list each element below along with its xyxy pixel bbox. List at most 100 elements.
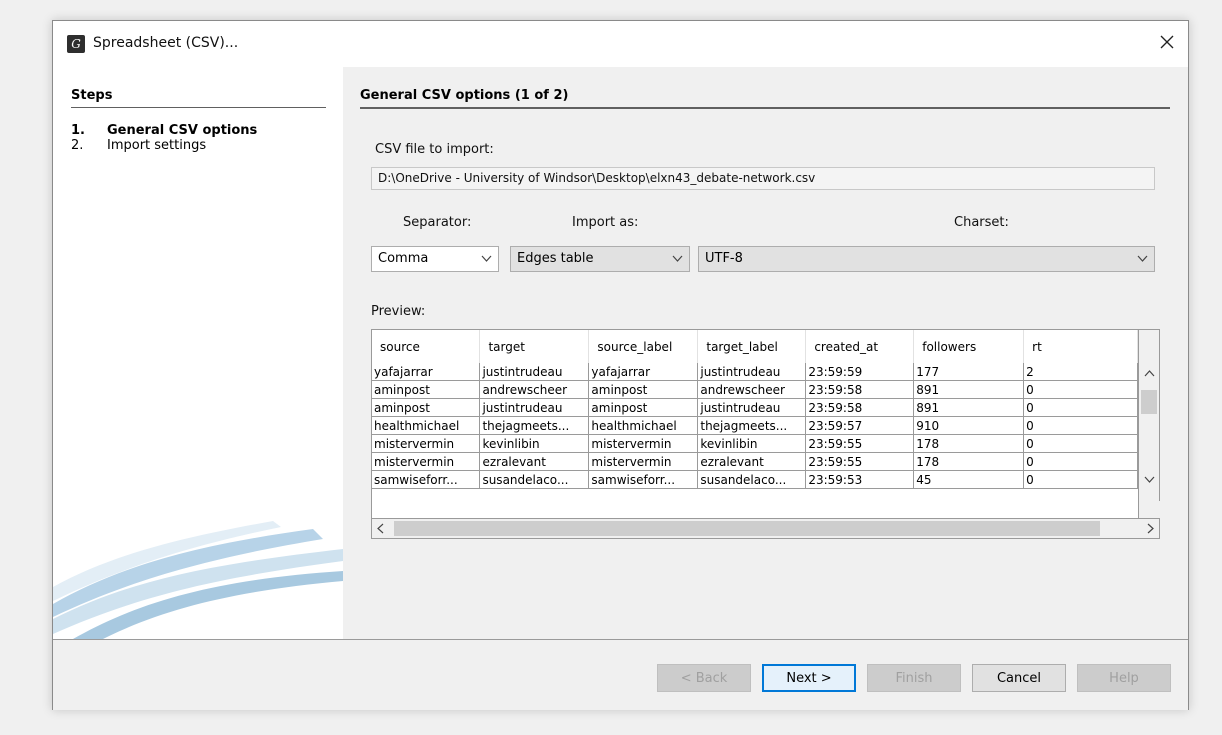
column-header-source-label[interactable]: source_label (588, 330, 699, 363)
step-item-general-csv-options: 1. General CSV options (71, 123, 257, 138)
panel-header: General CSV options (1 of 2) (360, 88, 1170, 109)
preview-table-container[interactable]: source target source_label target_label … (371, 329, 1139, 539)
table-cell: thejagmeets... (697, 416, 807, 435)
chevron-up-icon[interactable] (1144, 370, 1155, 377)
horizontal-scroll-thumb[interactable] (394, 521, 1100, 536)
table-cell: 891 (913, 398, 1025, 417)
table-cell: mistervermin (372, 452, 481, 471)
table-cell: aminpost (372, 380, 481, 399)
button-bar: < Back Next > Finish Cancel Help (53, 639, 1188, 710)
table-cell: yafajarrar (588, 363, 699, 381)
table-cell: 23:59:55 (805, 434, 915, 453)
chevron-down-icon (1137, 255, 1148, 262)
separator-select[interactable]: Comma (371, 246, 499, 272)
table-row[interactable]: samwiseforr... susandelaco... samwisefor… (372, 470, 1138, 489)
table-cell: 23:59:57 (805, 416, 915, 435)
table-cell: 0 (1023, 434, 1138, 453)
table-row[interactable]: mistervermin kevinlibin mistervermin kev… (372, 434, 1138, 453)
table-cell: susandelaco... (697, 470, 807, 489)
step-label: General CSV options (107, 123, 258, 138)
table-cell: andrewscheer (479, 380, 590, 399)
charset-value: UTF-8 (705, 251, 743, 266)
preview-horizontal-scrollbar[interactable] (371, 518, 1160, 539)
table-row[interactable]: yafajarrar justintrudeau yafajarrar just… (372, 363, 1138, 381)
column-header-rt[interactable]: rt (1023, 330, 1138, 363)
table-cell: justintrudeau (479, 363, 590, 381)
table-cell: 23:59:58 (805, 398, 915, 417)
chevron-down-icon (481, 255, 492, 262)
table-cell: 0 (1023, 452, 1138, 471)
table-cell: aminpost (372, 398, 481, 417)
table-cell: 23:59:55 (805, 452, 915, 471)
step-label: Import settings (107, 138, 207, 153)
table-cell: 0 (1023, 470, 1138, 489)
table-cell: kevinlibin (697, 434, 807, 453)
table-cell: healthmichael (372, 416, 481, 435)
table-cell: mistervermin (588, 452, 699, 471)
import-as-select[interactable]: Edges table (510, 246, 690, 272)
chevron-down-icon[interactable] (1144, 476, 1155, 483)
separator-label: Separator: (403, 215, 472, 230)
table-cell: samwiseforr... (372, 470, 481, 489)
next-button[interactable]: Next > (762, 664, 856, 692)
help-button[interactable]: Help (1077, 664, 1171, 692)
step-number: 1. (71, 123, 85, 138)
title-bar: G Spreadsheet (CSV)... (53, 21, 1188, 67)
steps-header: Steps (71, 88, 326, 108)
table-cell: susandelaco... (479, 470, 590, 489)
steps-panel: Steps 1. General CSV options 2. Import s… (53, 67, 343, 639)
options-panel: General CSV options (1 of 2) CSV file to… (343, 67, 1188, 639)
column-header-target[interactable]: target (479, 330, 590, 363)
cancel-button[interactable]: Cancel (972, 664, 1066, 692)
csv-file-path-field[interactable]: D:\OneDrive - University of Windsor\Desk… (371, 167, 1155, 190)
table-row[interactable]: healthmichael thejagmeets... healthmicha… (372, 416, 1138, 435)
table-cell: 2 (1023, 363, 1138, 381)
table-row[interactable]: mistervermin ezralevant mistervermin ezr… (372, 452, 1138, 471)
table-cell: 891 (913, 380, 1025, 399)
table-cell: 178 (913, 434, 1025, 453)
preview-table: source target source_label target_label … (372, 330, 1138, 489)
table-cell: kevinlibin (479, 434, 590, 453)
table-cell: justintrudeau (697, 398, 807, 417)
window-title: Spreadsheet (CSV)... (93, 35, 239, 51)
table-cell: justintrudeau (697, 363, 807, 381)
charset-select[interactable]: UTF-8 (698, 246, 1155, 272)
finish-button[interactable]: Finish (867, 664, 961, 692)
import-as-label: Import as: (572, 215, 639, 230)
table-cell: 0 (1023, 380, 1138, 399)
preview-label: Preview: (371, 304, 426, 319)
table-header-row: source target source_label target_label … (372, 330, 1138, 363)
close-button[interactable] (1156, 31, 1178, 53)
table-cell: 177 (913, 363, 1025, 381)
back-button[interactable]: < Back (657, 664, 751, 692)
table-cell: 23:59:58 (805, 380, 915, 399)
table-cell: 178 (913, 452, 1025, 471)
table-cell: 910 (913, 416, 1025, 435)
vertical-scroll-thumb[interactable] (1141, 390, 1157, 414)
table-row[interactable]: aminpost andrewscheer aminpost andrewsch… (372, 380, 1138, 399)
chevron-down-icon (672, 255, 683, 262)
column-header-target-label[interactable]: target_label (697, 330, 807, 363)
separator-value: Comma (378, 251, 429, 266)
table-cell: andrewscheer (697, 380, 807, 399)
column-header-source[interactable]: source (372, 330, 481, 363)
column-header-created-at[interactable]: created_at (805, 330, 915, 363)
table-cell: 0 (1023, 416, 1138, 435)
step-number: 2. (71, 138, 84, 153)
table-cell: ezralevant (479, 452, 590, 471)
close-icon (1160, 35, 1174, 49)
chevron-right-icon[interactable] (1147, 523, 1154, 534)
table-cell: mistervermin (588, 434, 699, 453)
preview-vertical-scrollbar[interactable] (1139, 329, 1160, 501)
table-cell: 45 (913, 470, 1025, 489)
column-header-followers[interactable]: followers (913, 330, 1025, 363)
table-cell: justintrudeau (479, 398, 590, 417)
table-row[interactable]: aminpost justintrudeau aminpost justintr… (372, 398, 1138, 417)
table-cell: mistervermin (372, 434, 481, 453)
table-cell: ezralevant (697, 452, 807, 471)
steps-list: 1. General CSV options 2. Import setting… (71, 123, 257, 153)
table-cell: 23:59:59 (805, 363, 915, 381)
csv-import-dialog: G Spreadsheet (CSV)... Steps 1. General … (52, 20, 1189, 710)
chevron-left-icon[interactable] (377, 523, 384, 534)
wizard-decoration-swoosh (53, 521, 343, 639)
